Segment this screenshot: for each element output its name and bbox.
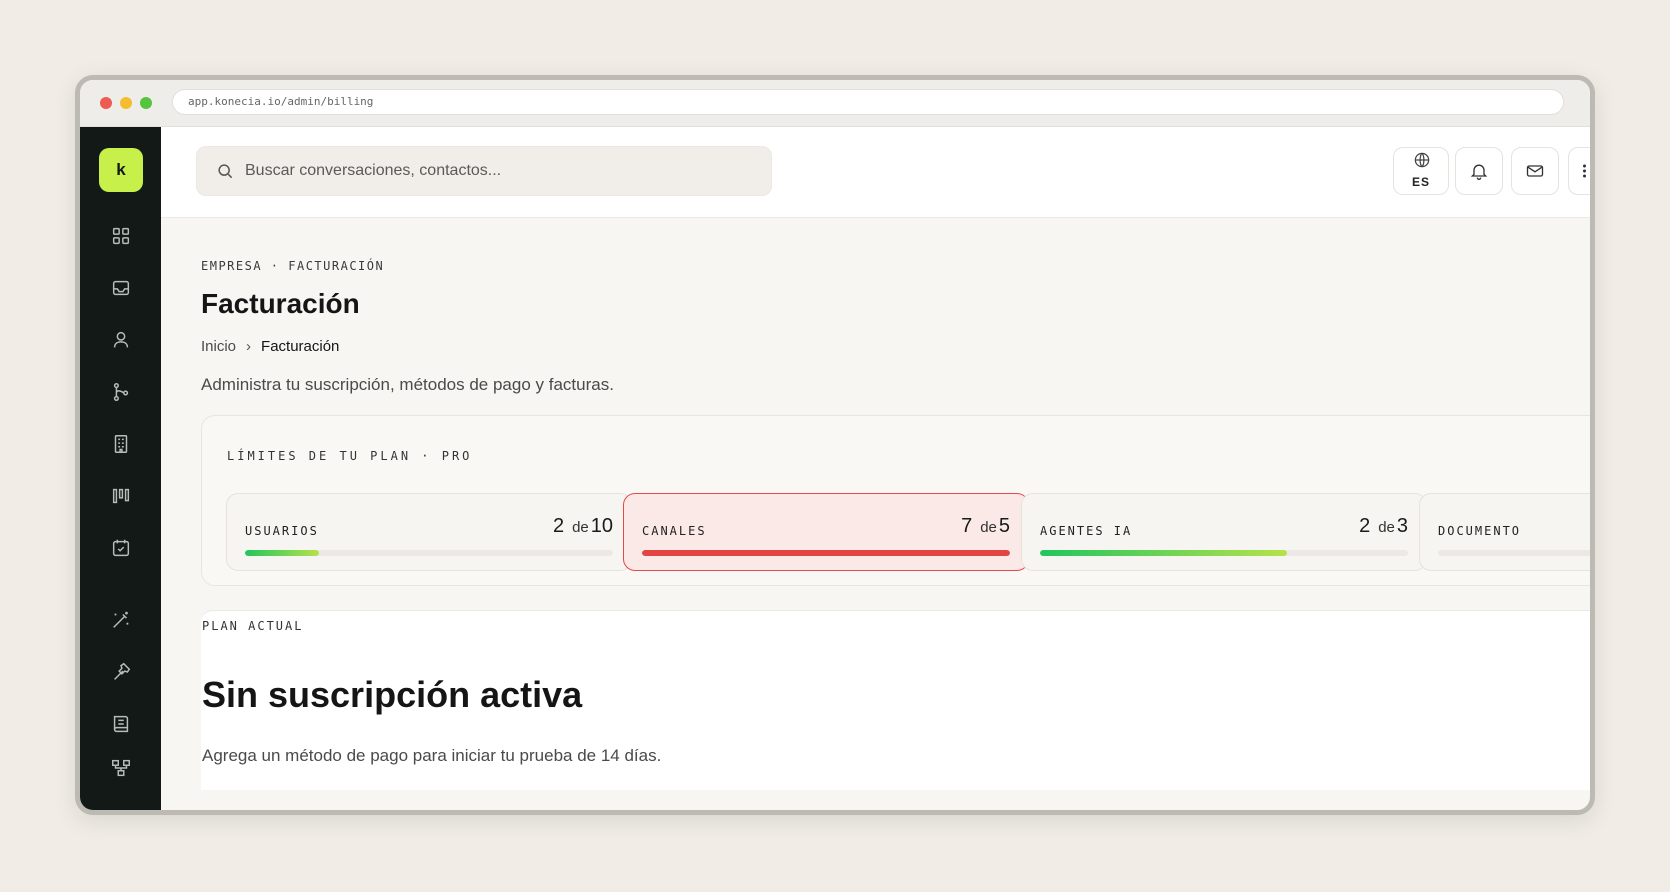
limit-name: CANALES xyxy=(642,524,707,538)
page-subtitle: Administra tu suscripción, métodos de pa… xyxy=(201,375,614,394)
hammer-icon[interactable] xyxy=(110,661,132,683)
close-window-button[interactable] xyxy=(100,97,112,109)
user-icon[interactable] xyxy=(110,329,132,351)
more-icon xyxy=(1582,161,1590,181)
calendar-check-icon[interactable] xyxy=(110,537,132,559)
plan-description: Agrega un método de pago para iniciar tu… xyxy=(202,746,662,765)
maximize-window-button[interactable] xyxy=(140,97,152,109)
language-code: ES xyxy=(1411,175,1430,189)
search-icon xyxy=(215,161,235,181)
main-content: EMPRESA · FACTURACIÓN Facturación Inicio… xyxy=(161,218,1590,810)
limit-name: AGENTES IA xyxy=(1040,524,1133,538)
section-eyebrow: EMPRESA · FACTURACIÓN xyxy=(201,259,385,273)
usage-progress-bar xyxy=(1438,550,1590,556)
browser-titlebar: app.konecia.io/admin/billing xyxy=(80,80,1590,127)
inbox-icon[interactable] xyxy=(110,277,132,299)
kanban-icon[interactable] xyxy=(110,485,132,507)
breadcrumb: Inicio › Facturación xyxy=(201,338,339,355)
messages-button[interactable] xyxy=(1511,147,1559,195)
grid-icon[interactable] xyxy=(110,225,132,247)
usage-progress-bar xyxy=(642,550,1010,556)
plan-label: PLAN ACTUAL xyxy=(202,619,304,633)
usage-progress-bar xyxy=(1040,550,1408,556)
plan-limits-card: LÍMITES DE TU PLAN · PRO USUARIOS 2 de 10 … xyxy=(201,415,1590,586)
magic-wand-icon[interactable] xyxy=(110,609,132,631)
limit-value: 2 de 3 xyxy=(1359,515,1408,537)
breadcrumb-home-link[interactable]: Inicio xyxy=(201,338,236,355)
building-icon[interactable] xyxy=(110,433,132,455)
limit-value: 7 de 5 xyxy=(961,515,1010,537)
plan-status: Sin suscripción activa xyxy=(202,674,583,715)
browser-window: app.konecia.io/admin/billing k Buscar co… xyxy=(75,75,1595,815)
top-bar: ES xyxy=(161,127,1590,218)
limit-channels: CANALES 7 de 5 xyxy=(623,493,1029,571)
search-input[interactable] xyxy=(245,147,745,195)
more-button[interactable] xyxy=(1568,147,1590,195)
book-icon[interactable] xyxy=(110,713,132,735)
app-logo[interactable]: k xyxy=(99,148,143,192)
mail-icon xyxy=(1525,161,1545,181)
bell-icon xyxy=(1469,161,1489,181)
limit-value: 2 de 10 xyxy=(552,515,613,537)
sidebar: k xyxy=(80,127,161,810)
git-branch-icon[interactable] xyxy=(110,381,132,403)
search-box[interactable] xyxy=(196,146,772,196)
breadcrumb-current: Facturación xyxy=(261,338,340,355)
usage-progress-bar xyxy=(245,550,613,556)
address-bar[interactable]: app.konecia.io/admin/billing xyxy=(172,89,1564,115)
plan-limits-title: LÍMITES DE TU PLAN · PRO xyxy=(227,449,473,463)
current-plan-card: PLAN ACTUAL Sin suscripción activa Agreg… xyxy=(201,610,1590,790)
network-icon[interactable] xyxy=(110,757,132,779)
limit-name: DOCUMENTO xyxy=(1438,524,1522,538)
page-title: Facturación xyxy=(201,288,360,319)
limit-users: USUARIOS 2 de 10 xyxy=(226,493,632,571)
limit-name: USUARIOS xyxy=(245,524,319,538)
notifications-button[interactable] xyxy=(1455,147,1503,195)
limit-ai-agents: AGENTES IA 2 de 3 xyxy=(1021,493,1427,571)
minimize-window-button[interactable] xyxy=(120,97,132,109)
limit-documents: DOCUMENTO xyxy=(1419,493,1590,571)
globe-icon xyxy=(1412,150,1432,170)
language-switcher[interactable]: ES xyxy=(1393,147,1449,195)
chevron-right-icon: › xyxy=(246,338,252,355)
